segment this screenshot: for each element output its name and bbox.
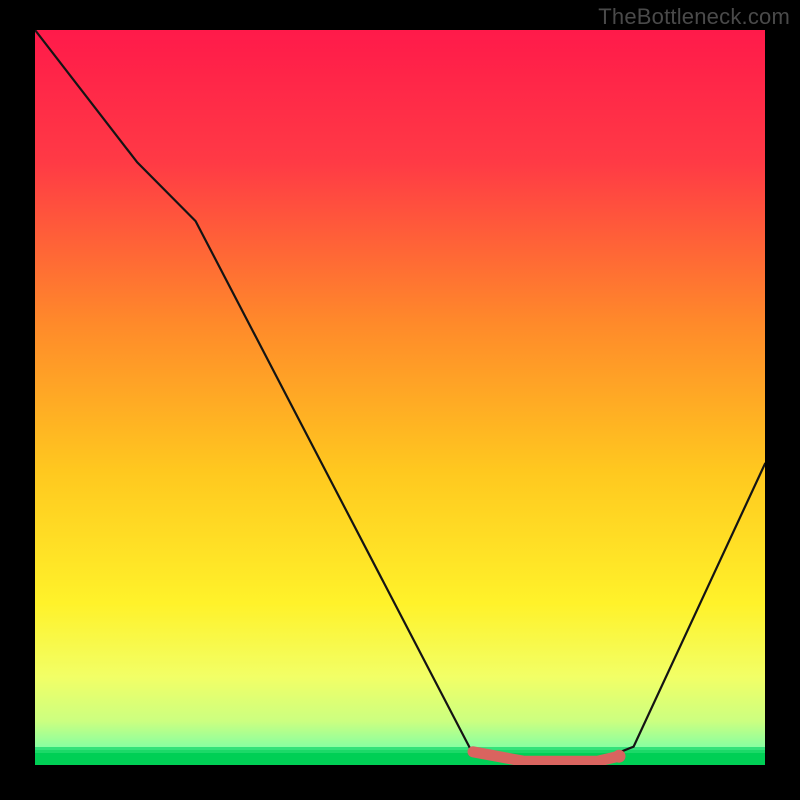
highlight-point xyxy=(613,750,626,763)
plot-area xyxy=(35,30,765,765)
bottleneck-curve-line xyxy=(35,30,765,761)
watermark-text: TheBottleneck.com xyxy=(598,4,790,30)
chart-curve xyxy=(35,30,765,765)
highlight-segment xyxy=(473,752,619,762)
